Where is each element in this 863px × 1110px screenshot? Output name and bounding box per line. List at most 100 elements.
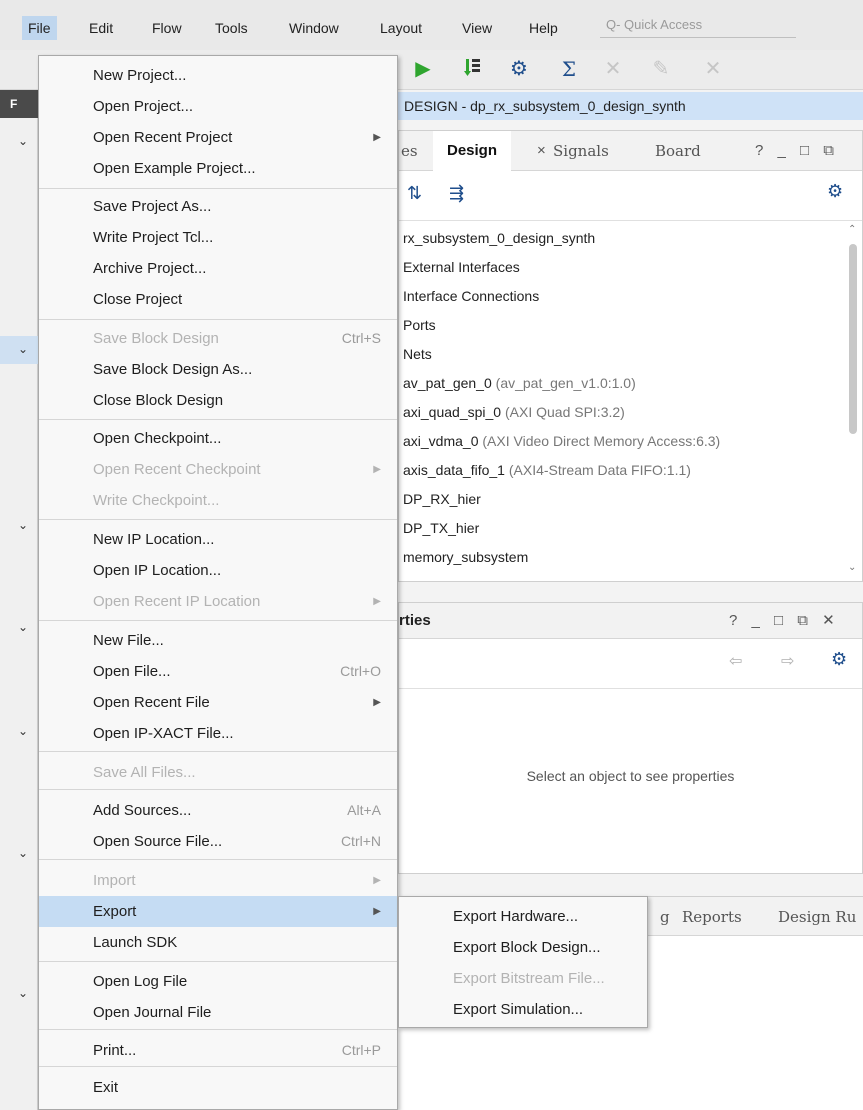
- tree-node-ip: (AXI Video Direct Memory Access:6.3): [482, 433, 721, 449]
- tree-row[interactable]: proc_sys_reset_2 (Processor System Reset…: [403, 574, 704, 578]
- tree-row[interactable]: memory_subsystem: [403, 545, 528, 569]
- menu-layout[interactable]: Layout: [374, 16, 428, 40]
- menu-item-label: Open Recent File: [93, 694, 210, 711]
- tab-signals[interactable]: Signals: [553, 131, 609, 171]
- menu-item-export-block-design[interactable]: Export Block Design...: [399, 932, 647, 963]
- menu-separator: [39, 751, 397, 752]
- panel-window-controls[interactable]: ? _ □ ⧉: [755, 131, 839, 171]
- menu-item-export[interactable]: Export ▶: [39, 896, 397, 927]
- tree-row[interactable]: axi_quad_spi_0 (AXI Quad SPI:3.2): [403, 400, 625, 424]
- menu-item-save-block-design-as[interactable]: Save Block Design As...: [39, 354, 397, 385]
- tree-row[interactable]: Ports: [403, 313, 436, 337]
- tree-row[interactable]: Interface Connections: [403, 284, 539, 308]
- cancel-icon[interactable]: ✕: [700, 56, 726, 82]
- tree-row[interactable]: axis_data_fifo_1 (AXI4-Stream Data FIFO:…: [403, 458, 691, 482]
- settings-gear-icon[interactable]: ⚙: [831, 649, 847, 670]
- collapse-all-icon[interactable]: ⇅: [407, 183, 422, 204]
- pencil-icon[interactable]: ✎: [648, 56, 674, 82]
- chevron-down-icon[interactable]: ⌄: [18, 134, 32, 148]
- menu-item-export-hardware[interactable]: Export Hardware...: [399, 901, 647, 932]
- menu-item-open-recent-file[interactable]: Open Recent File ▶: [39, 687, 397, 718]
- menu-item-label: Write Checkpoint...: [93, 492, 220, 509]
- menu-item-exit[interactable]: Exit: [39, 1072, 397, 1103]
- chevron-down-icon[interactable]: ⌄: [18, 518, 32, 532]
- menu-tools[interactable]: Tools: [209, 16, 254, 40]
- menu-item-new-file[interactable]: New File...: [39, 625, 397, 656]
- menu-item-open-journal-file[interactable]: Open Journal File: [39, 997, 397, 1028]
- tab-reports[interactable]: Reports: [682, 897, 742, 937]
- tab-board[interactable]: Board: [655, 131, 701, 171]
- tree-row[interactable]: Nets: [403, 342, 432, 366]
- menu-item-open-recent-project[interactable]: Open Recent Project ▶: [39, 122, 397, 153]
- menu-item-save-project-as[interactable]: Save Project As...: [39, 191, 397, 222]
- debug-icon[interactable]: ✕: [600, 56, 626, 82]
- menu-item-open-source-file[interactable]: Open Source File... Ctrl+N: [39, 826, 397, 857]
- chevron-down-icon[interactable]: ⌄: [18, 986, 32, 1000]
- expand-all-icon[interactable]: ⇶: [449, 183, 464, 204]
- chevron-down-icon[interactable]: ⌄: [18, 620, 32, 634]
- menu-help[interactable]: Help: [523, 16, 564, 40]
- submenu-arrow-icon: ▶: [373, 875, 381, 886]
- scroll-up-icon[interactable]: ⌃: [848, 224, 856, 235]
- vertical-scrollbar[interactable]: ⌃ ⌄: [847, 224, 859, 578]
- export-submenu: Export Hardware... Export Block Design...…: [398, 896, 648, 1028]
- tree-row[interactable]: axi_vdma_0 (AXI Video Direct Memory Acce…: [403, 429, 720, 453]
- menu-item-open-example-project[interactable]: Open Example Project...: [39, 153, 397, 184]
- menu-item-add-sources[interactable]: Add Sources... Alt+A: [39, 795, 397, 826]
- menu-item-new-ip-location[interactable]: New IP Location...: [39, 524, 397, 555]
- tree-row[interactable]: av_pat_gen_0 (av_pat_gen_v1.0:1.0): [403, 371, 636, 395]
- menu-item-write-project-tcl[interactable]: Write Project Tcl...: [39, 222, 397, 253]
- menu-item-open-ip-location[interactable]: Open IP Location...: [39, 555, 397, 586]
- flow-navigator-strip: F ⌄ ⌄ ⌄ ⌄ ⌄ ⌄ ⌄: [0, 90, 38, 1110]
- tab-log[interactable]: g: [660, 897, 670, 937]
- step-icon[interactable]: [460, 56, 486, 82]
- tree-node-ip: (AXI Quad SPI:3.2): [504, 404, 625, 420]
- settings-gear-icon[interactable]: ⚙: [827, 181, 843, 202]
- forward-arrow-icon[interactable]: ⇨: [781, 651, 794, 671]
- tree-node-name: axis_data_fifo_1: [403, 462, 505, 478]
- scrollbar-thumb[interactable]: [849, 244, 857, 434]
- back-arrow-icon[interactable]: ⇦: [729, 651, 742, 671]
- menu-item-open-log-file[interactable]: Open Log File: [39, 966, 397, 997]
- tab-sources[interactable]: es: [401, 131, 418, 171]
- menu-shortcut: Ctrl+N: [340, 833, 381, 849]
- menu-item-export-simulation[interactable]: Export Simulation...: [399, 994, 647, 1025]
- menu-item-label: New IP Location...: [93, 531, 215, 548]
- tree-row[interactable]: DP_TX_hier: [403, 516, 479, 540]
- menu-window[interactable]: Window: [283, 16, 345, 40]
- quick-access-input[interactable]: Q- Quick Access: [600, 12, 796, 38]
- menu-item-new-project[interactable]: New Project...: [39, 60, 397, 91]
- properties-header: rties ? _ □ ⧉ ✕: [399, 603, 862, 639]
- tree-row[interactable]: External Interfaces: [403, 255, 520, 279]
- menu-shortcut: Ctrl+P: [341, 1042, 381, 1058]
- menu-item-open-project[interactable]: Open Project...: [39, 91, 397, 122]
- tab-design[interactable]: Design: [433, 131, 512, 171]
- menu-item-close-project[interactable]: Close Project: [39, 284, 397, 315]
- menu-item-archive-project[interactable]: Archive Project...: [39, 253, 397, 284]
- menu-item-launch-sdk[interactable]: Launch SDK: [39, 927, 397, 958]
- tab-design-runs[interactable]: Design Ru: [778, 897, 856, 937]
- scroll-down-icon[interactable]: ⌄: [848, 562, 856, 573]
- menu-item-close-block-design[interactable]: Close Block Design: [39, 385, 397, 416]
- settings-gear-icon[interactable]: ⚙: [506, 56, 532, 82]
- menu-item-open-ip-xact-file[interactable]: Open IP-XACT File...: [39, 718, 397, 749]
- menu-item-label: Open Recent Checkpoint: [93, 461, 261, 478]
- panel-window-controls[interactable]: ? _ □ ⧉ ✕: [729, 603, 840, 639]
- run-icon[interactable]: ▶: [410, 56, 436, 82]
- menu-item-open-file[interactable]: Open File... Ctrl+O: [39, 656, 397, 687]
- menu-item-open-checkpoint[interactable]: Open Checkpoint...: [39, 423, 397, 454]
- tree-node-name: av_pat_gen_0: [403, 375, 492, 391]
- menu-view[interactable]: View: [456, 16, 498, 40]
- chevron-down-icon[interactable]: ⌄: [18, 724, 32, 738]
- menu-edit[interactable]: Edit: [83, 16, 119, 40]
- tree-node-name: axi_vdma_0: [403, 433, 479, 449]
- chevron-down-icon[interactable]: ⌄: [18, 342, 32, 356]
- sigma-icon[interactable]: Σ: [556, 56, 582, 82]
- tab-close-icon[interactable]: ×: [537, 131, 546, 171]
- tree-row[interactable]: rx_subsystem_0_design_synth: [403, 226, 595, 250]
- menu-flow[interactable]: Flow: [146, 16, 188, 40]
- chevron-down-icon[interactable]: ⌄: [18, 846, 32, 860]
- tree-row[interactable]: DP_RX_hier: [403, 487, 481, 511]
- menu-item-print[interactable]: Print... Ctrl+P: [39, 1035, 397, 1066]
- menu-file[interactable]: File: [22, 16, 57, 40]
